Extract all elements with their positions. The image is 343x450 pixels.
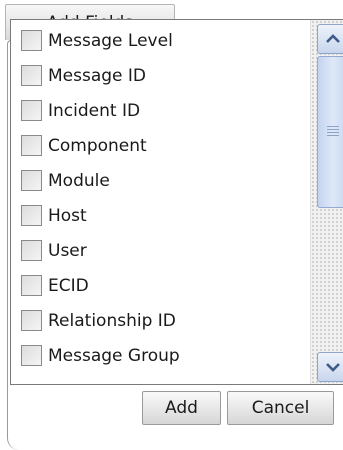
field-label: Incident ID <box>48 100 141 121</box>
field-label: Module <box>48 170 110 191</box>
list-item[interactable]: Incident ID <box>11 93 310 128</box>
field-checkbox[interactable] <box>21 170 42 191</box>
scroll-thumb[interactable] <box>317 56 343 208</box>
field-label: ECID <box>48 275 89 296</box>
field-checkbox[interactable] <box>21 30 42 51</box>
fields-list-rows: Message Level Message ID Incident ID Com… <box>11 20 310 384</box>
chevron-down-icon <box>326 363 340 372</box>
field-checkbox[interactable] <box>21 345 42 366</box>
field-checkbox[interactable] <box>21 205 42 226</box>
field-label: Component <box>48 135 147 156</box>
list-item[interactable]: Relationship ID <box>11 303 310 338</box>
list-item[interactable]: Host <box>11 198 310 233</box>
field-checkbox[interactable] <box>21 275 42 296</box>
scroll-down-button[interactable] <box>317 352 343 382</box>
list-item[interactable]: Message Level <box>11 23 310 58</box>
field-label: Message ID <box>48 65 147 86</box>
field-label: Host <box>48 205 87 226</box>
field-label: Relationship ID <box>48 310 176 331</box>
list-item[interactable]: Component <box>11 128 310 163</box>
scroll-up-button[interactable] <box>317 24 343 54</box>
field-checkbox[interactable] <box>21 135 42 156</box>
field-checkbox[interactable] <box>21 240 42 261</box>
add-button[interactable]: Add <box>142 391 221 425</box>
field-checkbox[interactable] <box>21 310 42 331</box>
list-item[interactable]: User <box>11 233 310 268</box>
vertical-scrollbar[interactable] <box>310 20 343 384</box>
field-label: Message Level <box>48 30 173 51</box>
field-checkbox[interactable] <box>21 100 42 121</box>
chevron-up-icon <box>326 34 340 43</box>
list-item[interactable]: ECID <box>11 268 310 303</box>
list-item[interactable]: Module <box>11 163 310 198</box>
field-label: User <box>48 240 87 261</box>
field-label: Message Group <box>48 345 180 366</box>
grip-icon <box>327 126 339 138</box>
cancel-button[interactable]: Cancel <box>227 391 334 425</box>
fields-list[interactable]: Message Level Message ID Incident ID Com… <box>10 19 343 385</box>
field-checkbox[interactable] <box>21 65 42 86</box>
list-item[interactable]: Message Group <box>11 338 310 373</box>
list-item[interactable]: Message ID <box>11 58 310 93</box>
